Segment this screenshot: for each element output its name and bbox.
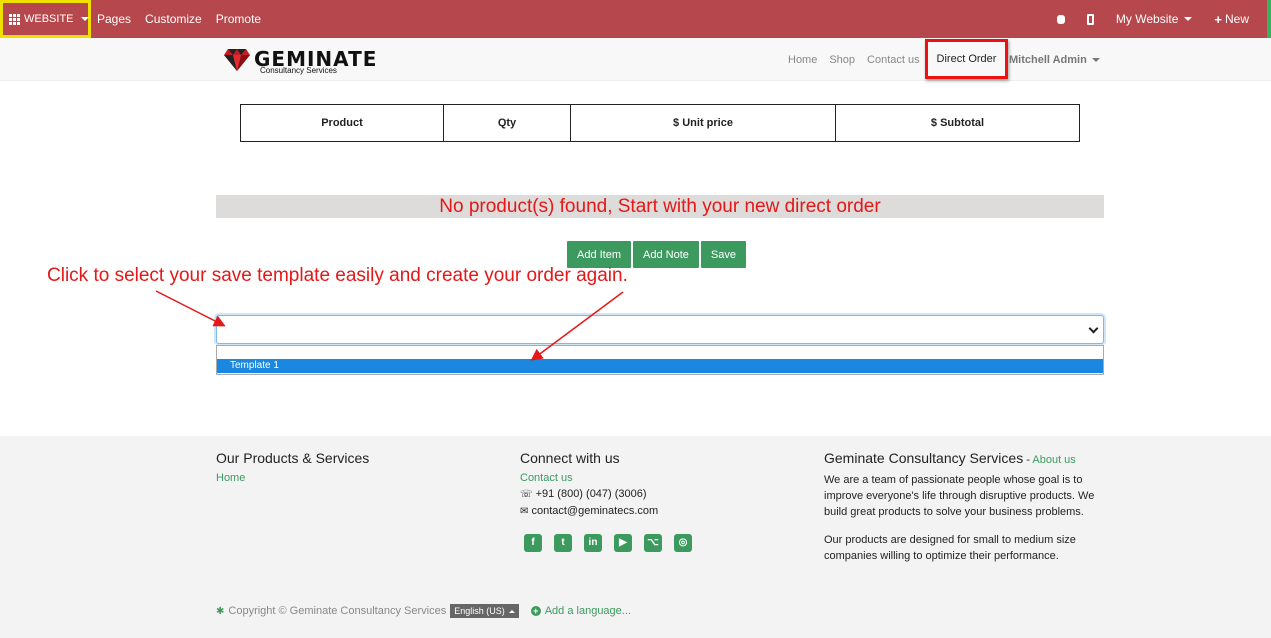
plus-circle-icon: + (530, 606, 541, 616)
chevron-down-icon (1184, 17, 1193, 21)
footer-copyright: ✱ Copyright © Geminate Consultancy Servi… (216, 604, 631, 618)
footer-connect-title: Connect with us (520, 450, 620, 466)
chevron-down-icon (1088, 323, 1099, 334)
save-button[interactable]: Save (700, 241, 746, 268)
template-option[interactable]: Template 1 (217, 359, 1103, 373)
my-website-label: My Website (1115, 12, 1179, 26)
instagram-icon[interactable]: ◎ (674, 534, 692, 552)
footer-products-title: Our Products & Services (216, 450, 370, 466)
about-paragraph-2: Our products are designed for small to m… (824, 534, 1076, 562)
col-product: Product (240, 104, 444, 142)
about-us-link[interactable]: About us (1032, 454, 1075, 466)
template-dropdown-list: Template 1 (216, 345, 1104, 375)
nav-home[interactable]: Home (788, 54, 817, 66)
footer-home-link[interactable]: Home (216, 470, 496, 486)
footer-email: ✉ contact@geminatecs.com (520, 503, 800, 520)
footer-contact-link[interactable]: Contact us (520, 470, 800, 486)
phone-icon: ☏ (520, 489, 533, 500)
my-website-switcher[interactable]: My Website (1115, 12, 1193, 26)
site-footer: Our Products & Services Home Connect wit… (0, 436, 1271, 638)
customize-menu[interactable]: Customize (145, 12, 202, 26)
plus-icon: + (1214, 11, 1222, 27)
add-language-link[interactable]: Add a language... (545, 605, 631, 617)
envelope-icon: ✉ (520, 506, 529, 517)
footer-col-about: Geminate Consultancy Services - About us… (824, 450, 1104, 564)
debug-bug-icon[interactable] (1056, 14, 1065, 24)
facebook-icon[interactable]: f (524, 534, 542, 552)
github-icon[interactable]: ⌥ (644, 534, 662, 552)
nav-shop[interactable]: Shop (829, 54, 855, 66)
footer-phone: ☏ +91 (800) (047) (3006) (520, 486, 800, 503)
company-name: Geminate Consultancy Services (824, 450, 1024, 466)
promote-menu[interactable]: Promote (216, 12, 261, 26)
footer-about-title: Geminate Consultancy Services - About us (824, 450, 1104, 468)
edge-indicator (1267, 0, 1271, 38)
site-navbar: GEMINATE Consultancy Services Home Shop … (0, 38, 1271, 81)
chevron-down-icon (1091, 57, 1100, 62)
admin-topbar: WEBSITE Pages Customize Promote My Websi… (0, 0, 1271, 38)
footer-col-products: Our Products & Services Home (216, 450, 496, 486)
col-qty: Qty (443, 104, 571, 142)
youtube-icon[interactable]: ▶ (614, 534, 632, 552)
email-address: contact@geminatecs.com (531, 505, 659, 517)
linkedin-icon[interactable]: in (584, 534, 602, 552)
language-selector[interactable]: English (US) (450, 604, 519, 618)
user-menu[interactable]: Mitchell Admin (1009, 38, 1100, 81)
no-product-message: No product(s) found, Start with your new… (216, 195, 1104, 218)
annotation-text: Click to select your save template easil… (47, 265, 628, 286)
logo-subtitle: Consultancy Services (260, 66, 337, 75)
new-content-button[interactable]: + New (1214, 12, 1249, 27)
add-item-button[interactable]: Add Item (567, 241, 632, 268)
language-label: English (US) (454, 606, 505, 616)
copyright-text: Copyright © Geminate Consultancy Service… (228, 605, 447, 617)
mobile-preview-icon[interactable] (1086, 13, 1094, 25)
new-label: New (1224, 12, 1249, 26)
order-actions: Add Item Add Note Save (567, 241, 746, 268)
pages-menu[interactable]: Pages (97, 12, 131, 26)
website-label: WEBSITE (24, 13, 74, 25)
footer-col-connect: Connect with us Contact us ☏ +91 (800) (… (520, 450, 800, 552)
about-separator: - (1023, 454, 1033, 466)
add-note-button[interactable]: Add Note (633, 241, 699, 268)
nav-direct-order[interactable]: Direct Order (925, 39, 1008, 79)
about-paragraph-1: We are a team of passionate people whose… (824, 474, 1095, 518)
caret-up-icon (508, 609, 515, 613)
template-select[interactable] (216, 315, 1104, 344)
col-unit-price: $ Unit price (570, 104, 836, 142)
bug-icon: ✱ (216, 605, 225, 617)
nav-contact[interactable]: Contact us (867, 54, 920, 66)
user-name: Mitchell Admin (1009, 53, 1087, 66)
social-links: f t in ▶ ⌥ ◎ (524, 534, 800, 552)
phone-number: +91 (800) (047) (3006) (535, 488, 647, 500)
order-table: Product Qty $ Unit price $ Subtotal (240, 104, 1080, 142)
website-menu-button[interactable]: WEBSITE (0, 0, 91, 38)
col-subtotal: $ Subtotal (835, 104, 1080, 142)
annotation-arrow-to-select (155, 290, 226, 327)
chevron-down-icon (80, 17, 89, 21)
apps-grid-icon (9, 13, 20, 25)
twitter-icon[interactable]: t (554, 534, 572, 552)
site-logo[interactable]: GEMINATE Consultancy Services (224, 47, 377, 75)
diamond-logo-icon (224, 49, 250, 71)
